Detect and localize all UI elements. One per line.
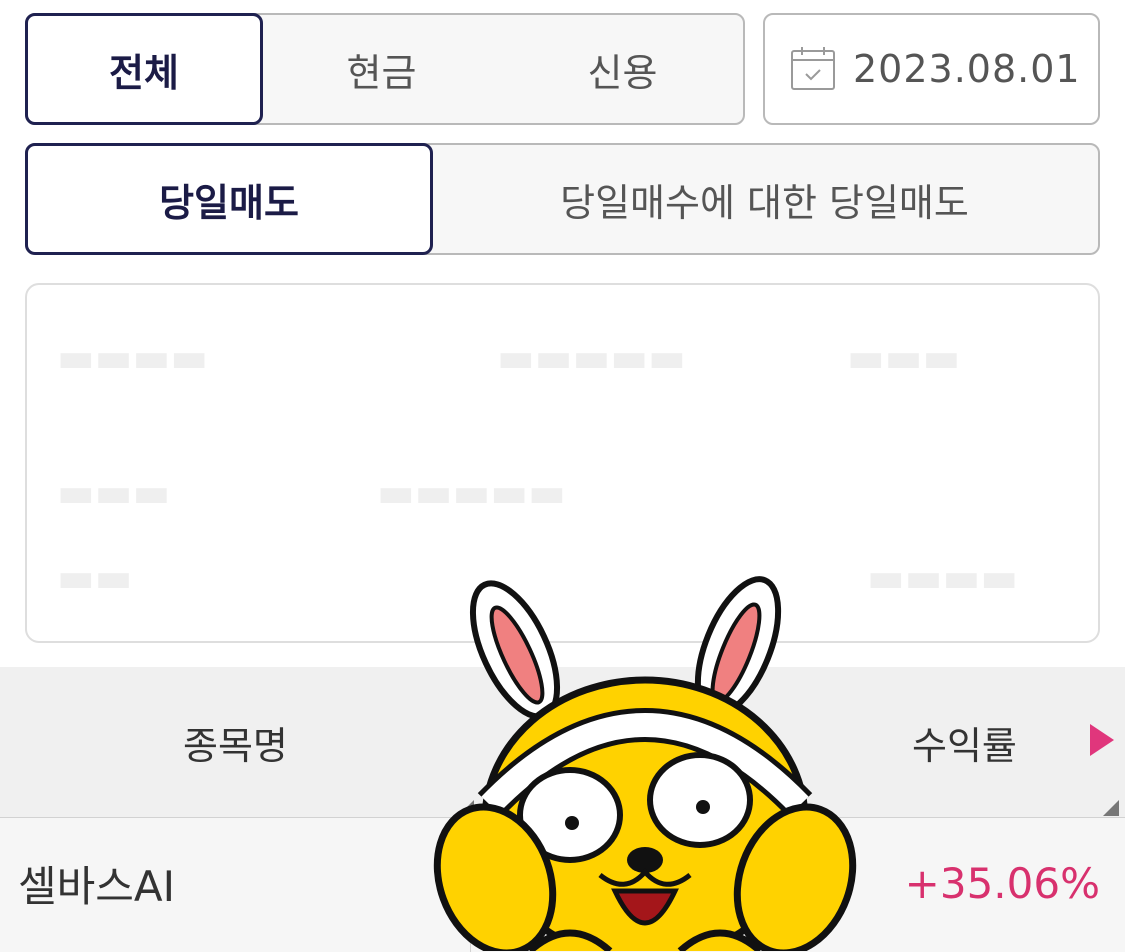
column-header-stock-name[interactable]: 종목명 (183, 667, 288, 817)
date-picker[interactable]: 2023.08.01 (763, 13, 1100, 125)
return-rate: +35.06% (904, 858, 1100, 908)
corner-triangle-icon (1103, 800, 1119, 816)
trade-type-segmented-control: 당일매도 당일매수에 대한 당일매도 (25, 143, 1100, 255)
segment-same-day-sell[interactable]: 당일매도 (25, 143, 433, 255)
faded-text: ▬▬ (57, 555, 133, 601)
segment-all[interactable]: 전체 (25, 13, 263, 125)
faded-text: ▬▬▬▬▬ (377, 470, 566, 516)
stock-name: 셀바스AI (18, 861, 176, 911)
triangle-right-icon[interactable] (1090, 724, 1114, 756)
segment-cash[interactable]: 현금 (261, 15, 502, 123)
mascot-character-image (433, 576, 857, 951)
segment-credit[interactable]: 신용 (502, 15, 743, 123)
segment-same-day-sell-of-same-day-buy[interactable]: 당일매수에 대한 당일매도 (431, 145, 1098, 253)
faded-text: ▬▬▬▬ (867, 555, 1019, 601)
calendar-icon (791, 47, 835, 90)
faded-text: ▬▬▬▬▬ (497, 335, 686, 381)
faded-text: ▬▬▬▬ (57, 335, 209, 381)
faded-text: ▬▬▬ (847, 335, 961, 381)
account-type-segmented-control: 전체 현금 신용 (25, 13, 745, 125)
column-header-return-rate[interactable]: 수익률 (912, 667, 1017, 817)
date-value: 2023.08.01 (853, 47, 1081, 91)
faded-text: ▬▬▬ (57, 470, 171, 516)
